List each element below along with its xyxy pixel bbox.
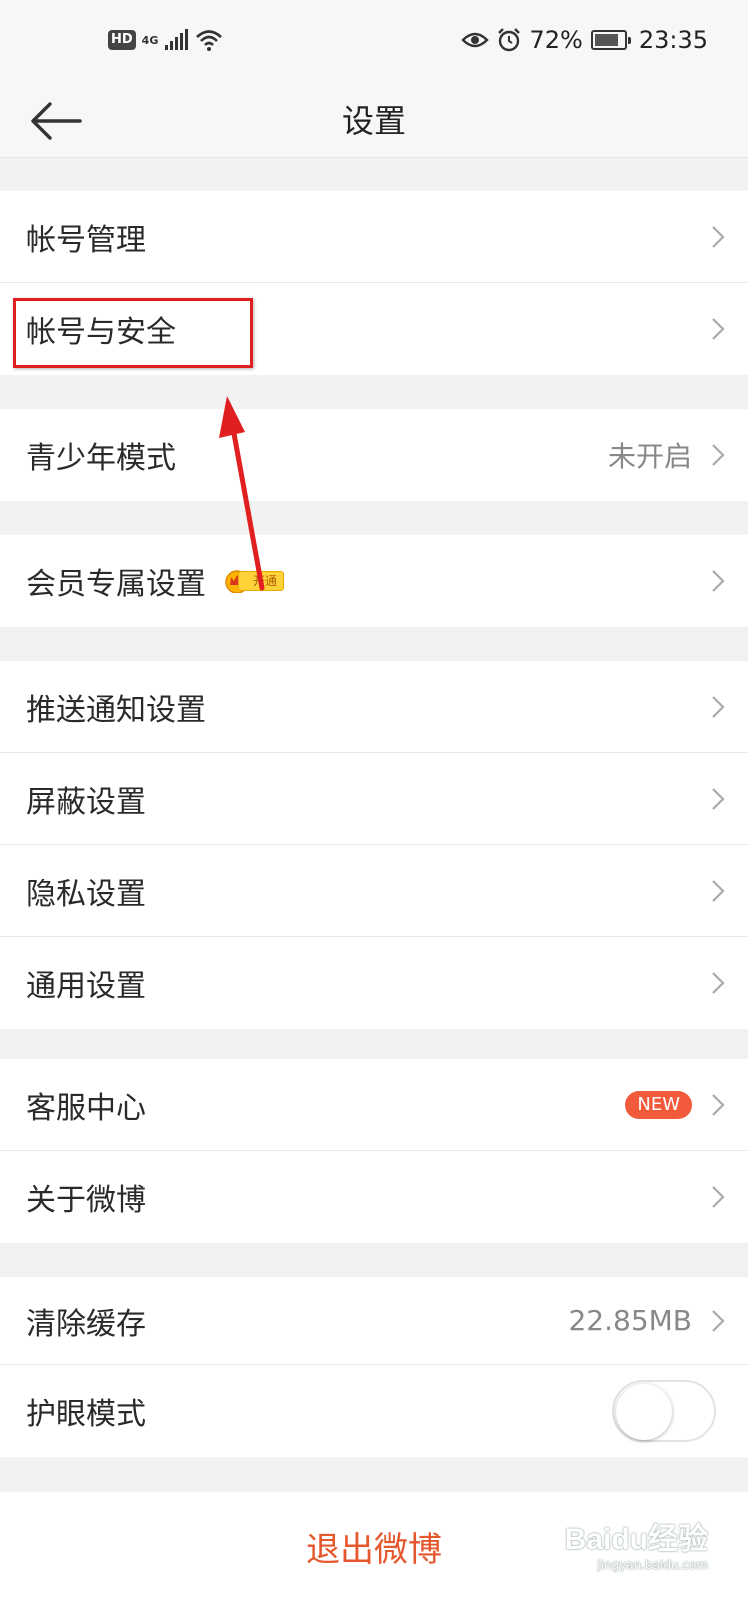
row-push-notifications[interactable]: 推送通知设置	[0, 661, 748, 753]
settings-group-storage: 清除缓存 22.85MB 护眼模式	[0, 1277, 748, 1457]
row-label: 屏蔽设置	[26, 784, 146, 820]
battery-icon	[590, 30, 631, 50]
cache-size: 22.85MB	[568, 1304, 692, 1337]
status-bar: HD 4G 72% 23:35	[0, 0, 748, 84]
signal-icon	[165, 29, 189, 50]
row-label: 客服中心	[26, 1090, 146, 1126]
navigation-bar: 设置	[0, 84, 748, 158]
row-label: 通用设置	[26, 969, 146, 1004]
row-label: 帐号管理	[26, 222, 146, 258]
row-label: 会员专属设置	[26, 567, 206, 602]
new-badge: NEW	[625, 1090, 692, 1119]
chevron-right-icon	[712, 1186, 725, 1208]
row-label: 青少年模式	[26, 441, 176, 476]
row-label: 隐私设置	[26, 876, 146, 912]
row-eye-care-mode: 护眼模式	[0, 1365, 748, 1457]
chevron-right-icon	[712, 1309, 725, 1332]
wifi-icon	[196, 30, 223, 51]
watermark-url: jingyan.baidu.com	[597, 1558, 708, 1572]
chevron-right-icon	[712, 695, 725, 718]
row-privacy-settings[interactable]: 隐私设置	[0, 845, 748, 937]
toggle-knob	[616, 1384, 672, 1440]
row-label: 推送通知设置	[26, 692, 206, 728]
row-about-weibo[interactable]: 关于微博	[0, 1151, 748, 1243]
row-label: 关于微博	[26, 1183, 146, 1218]
row-general-settings[interactable]: 通用设置	[0, 937, 748, 1029]
row-label: 清除缓存	[26, 1306, 146, 1342]
chevron-right-icon	[712, 570, 725, 592]
row-account-management[interactable]: 帐号管理	[0, 191, 748, 283]
row-clear-cache[interactable]: 清除缓存 22.85MB	[0, 1277, 748, 1365]
eye-icon	[461, 32, 490, 48]
eye-care-toggle[interactable]	[612, 1380, 716, 1442]
alarm-icon	[498, 28, 521, 52]
clock: 23:35	[638, 26, 708, 54]
settings-group-vip: 会员专属设置 开通	[0, 535, 748, 627]
settings-group-teen: 青少年模式 未开启	[0, 409, 748, 501]
chevron-right-icon	[712, 1093, 725, 1116]
back-button[interactable]	[24, 92, 88, 150]
chevron-right-icon	[712, 787, 725, 810]
logout-label: 退出微博	[306, 1529, 442, 1570]
watermark: Baidu经验 jingyan.baidu.com	[565, 1514, 708, 1572]
chevron-right-icon	[712, 225, 725, 248]
row-teen-mode[interactable]: 青少年模式 未开启	[0, 409, 748, 501]
annotation-highlight-box	[13, 298, 253, 368]
row-vip-settings[interactable]: 会员专属设置 开通	[0, 535, 748, 627]
watermark-logo: Baidu经验	[564, 1523, 708, 1556]
battery-percent: 72%	[529, 26, 583, 54]
settings-group-support: 客服中心 NEW 关于微博	[0, 1059, 748, 1243]
chevron-right-icon	[712, 879, 725, 902]
teen-mode-status: 未开启	[607, 440, 692, 473]
row-block-settings[interactable]: 屏蔽设置	[0, 753, 748, 845]
settings-group-general: 推送通知设置 屏蔽设置 隐私设置 通用设置	[0, 661, 748, 1029]
page-title: 设置	[341, 102, 406, 140]
vip-open-label: 开通	[238, 571, 285, 591]
chevron-right-icon	[712, 318, 725, 340]
hd-icon: HD	[108, 30, 136, 50]
chevron-right-icon	[712, 972, 725, 994]
chevron-right-icon	[712, 444, 725, 466]
row-customer-service[interactable]: 客服中心 NEW	[0, 1059, 748, 1151]
network-type: 4G	[141, 33, 159, 47]
back-arrow-icon	[31, 102, 82, 140]
vip-badge[interactable]: 开通	[224, 569, 285, 593]
row-label: 护眼模式	[26, 1397, 146, 1432]
